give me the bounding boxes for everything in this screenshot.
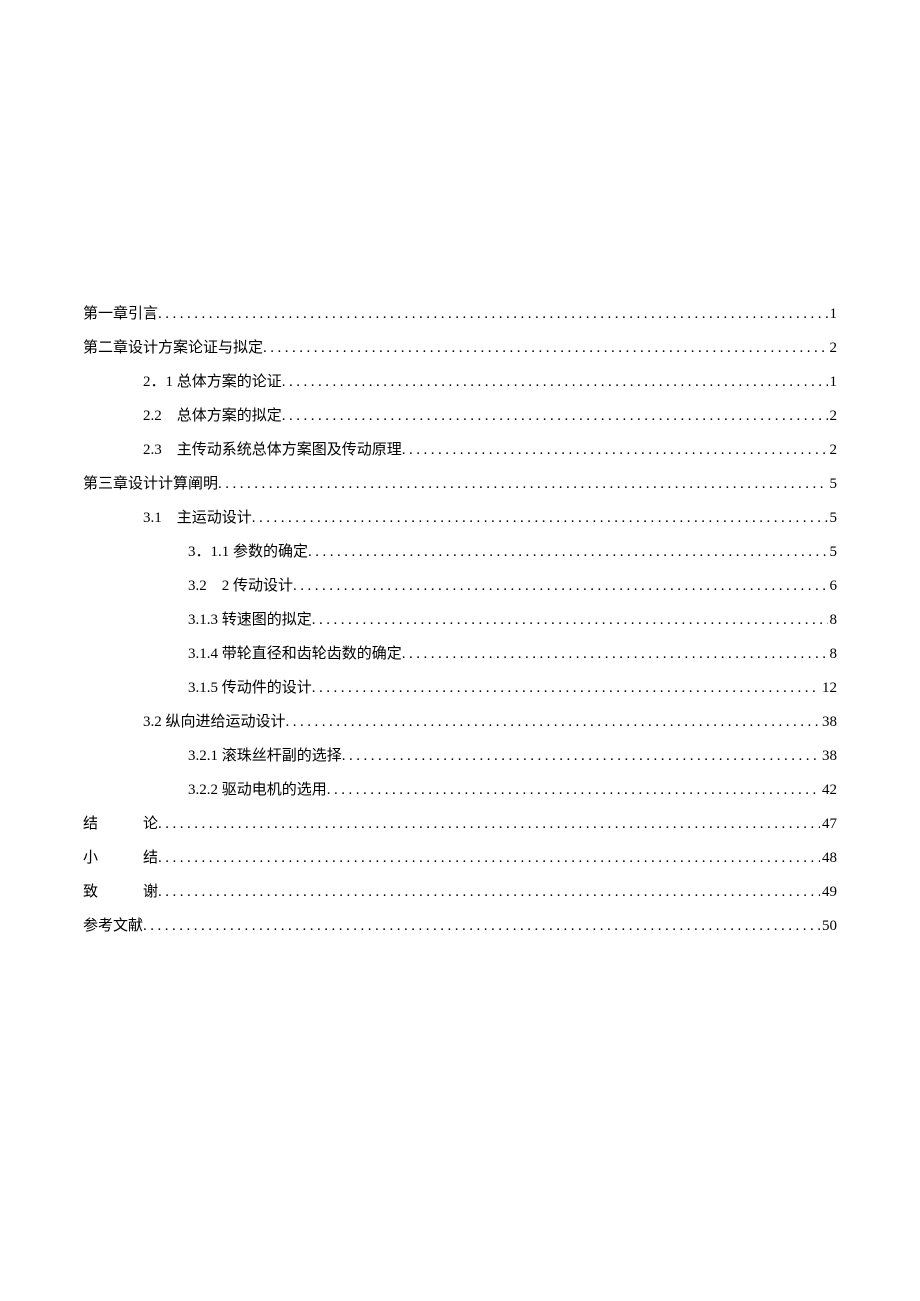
toc-leader bbox=[402, 442, 828, 459]
toc-label-part: 小 bbox=[83, 846, 143, 867]
toc-page-number: 6 bbox=[828, 578, 838, 595]
document-page: 第一章引言 1 第二章设计方案论证与拟定 2 2．1 总体方案的论证 1 2.2… bbox=[0, 0, 920, 1301]
toc-label: 3.2.1 滚珠丝杆副的选择 bbox=[188, 744, 342, 765]
toc-entry: 2．1 总体方案的论证 1 bbox=[83, 370, 837, 387]
toc-page-number: 1 bbox=[828, 374, 838, 391]
toc-entry: 第一章引言 1 bbox=[83, 302, 837, 319]
toc-label-part: 谢 bbox=[143, 884, 158, 900]
toc-label: 3.1.4 带轮直径和齿轮齿数的确定 bbox=[188, 642, 402, 663]
toc-leader bbox=[402, 646, 828, 663]
toc-page-number: 47 bbox=[820, 816, 837, 833]
toc-page-number: 5 bbox=[828, 476, 838, 493]
toc-page-number: 38 bbox=[820, 714, 837, 731]
toc-entry: 3.1.5 传动件的设计 12 bbox=[83, 676, 837, 693]
toc-entry: 2.2 总体方案的拟定 2 bbox=[83, 404, 837, 421]
toc-label: 3.2 纵向进给运动设计 bbox=[143, 710, 286, 731]
toc-label: 致谢 bbox=[83, 880, 158, 901]
toc-entry: 3.1 主运动设计 5 bbox=[83, 506, 837, 523]
toc-label: 3.1 主运动设计 bbox=[143, 506, 252, 527]
toc-leader bbox=[158, 850, 820, 867]
toc-leader bbox=[286, 714, 820, 731]
toc-label-part: 论 bbox=[143, 816, 158, 832]
toc-entry: 小结 48 bbox=[83, 846, 837, 863]
toc-label-part: 结 bbox=[83, 812, 143, 833]
toc-leader bbox=[312, 612, 828, 629]
toc-label: 3．1.1 参数的确定 bbox=[188, 540, 308, 561]
toc-label: 参考文献 bbox=[83, 914, 143, 935]
toc-page-number: 38 bbox=[820, 748, 837, 765]
toc-entry: 第三章设计计算阐明 5 bbox=[83, 472, 837, 489]
toc-label: 第一章引言 bbox=[83, 302, 158, 323]
table-of-contents: 第一章引言 1 第二章设计方案论证与拟定 2 2．1 总体方案的论证 1 2.2… bbox=[83, 302, 837, 931]
toc-page-number: 8 bbox=[828, 646, 838, 663]
toc-leader bbox=[263, 340, 827, 357]
toc-page-number: 2 bbox=[828, 340, 838, 357]
toc-page-number: 50 bbox=[820, 918, 837, 935]
toc-leader bbox=[158, 306, 827, 323]
toc-leader bbox=[143, 918, 820, 935]
toc-entry: 3．1.1 参数的确定 5 bbox=[83, 540, 837, 557]
toc-entry: 2.3 主传动系统总体方案图及传动原理 2 bbox=[83, 438, 837, 455]
toc-page-number: 48 bbox=[820, 850, 837, 867]
toc-label: 小结 bbox=[83, 846, 158, 867]
toc-label: 2.2 总体方案的拟定 bbox=[143, 404, 282, 425]
toc-leader bbox=[158, 884, 820, 901]
toc-page-number: 5 bbox=[828, 510, 838, 527]
toc-label-part: 致 bbox=[83, 880, 143, 901]
toc-label: 第二章设计方案论证与拟定 bbox=[83, 336, 263, 357]
toc-label-part: 结 bbox=[143, 850, 158, 866]
toc-leader bbox=[327, 782, 820, 799]
toc-page-number: 49 bbox=[820, 884, 837, 901]
toc-entry: 3.2 纵向进给运动设计 38 bbox=[83, 710, 837, 727]
toc-leader bbox=[342, 748, 820, 765]
toc-label: 2．1 总体方案的论证 bbox=[143, 370, 282, 391]
toc-label: 3.1.5 传动件的设计 bbox=[188, 676, 312, 697]
toc-leader bbox=[158, 816, 820, 833]
toc-entry: 致谢 49 bbox=[83, 880, 837, 897]
toc-page-number: 5 bbox=[828, 544, 838, 561]
toc-label: 3.2.2 驱动电机的选用 bbox=[188, 778, 327, 799]
toc-page-number: 42 bbox=[820, 782, 837, 799]
toc-label: 2.3 主传动系统总体方案图及传动原理 bbox=[143, 438, 402, 459]
toc-label: 3.2 2 传动设计 bbox=[188, 574, 293, 595]
toc-leader bbox=[308, 544, 827, 561]
toc-page-number: 2 bbox=[828, 408, 838, 425]
toc-entry: 3.2 2 传动设计 6 bbox=[83, 574, 837, 591]
toc-page-number: 8 bbox=[828, 612, 838, 629]
toc-entry: 3.2.1 滚珠丝杆副的选择 38 bbox=[83, 744, 837, 761]
toc-page-number: 12 bbox=[820, 680, 837, 697]
toc-leader bbox=[312, 680, 820, 697]
toc-label: 第三章设计计算阐明 bbox=[83, 472, 218, 493]
toc-entry: 第二章设计方案论证与拟定 2 bbox=[83, 336, 837, 353]
toc-entry: 3.2.2 驱动电机的选用 42 bbox=[83, 778, 837, 795]
toc-label: 结论 bbox=[83, 812, 158, 833]
toc-leader bbox=[282, 408, 828, 425]
toc-label: 3.1.3 转速图的拟定 bbox=[188, 608, 312, 629]
toc-entry: 3.1.3 转速图的拟定 8 bbox=[83, 608, 837, 625]
toc-leader bbox=[293, 578, 827, 595]
toc-page-number: 1 bbox=[828, 306, 838, 323]
toc-leader bbox=[282, 374, 828, 391]
toc-entry: 结论 47 bbox=[83, 812, 837, 829]
toc-entry: 3.1.4 带轮直径和齿轮齿数的确定 8 bbox=[83, 642, 837, 659]
toc-page-number: 2 bbox=[828, 442, 838, 459]
toc-leader bbox=[252, 510, 828, 527]
toc-leader bbox=[218, 476, 827, 493]
toc-entry: 参考文献 50 bbox=[83, 914, 837, 931]
